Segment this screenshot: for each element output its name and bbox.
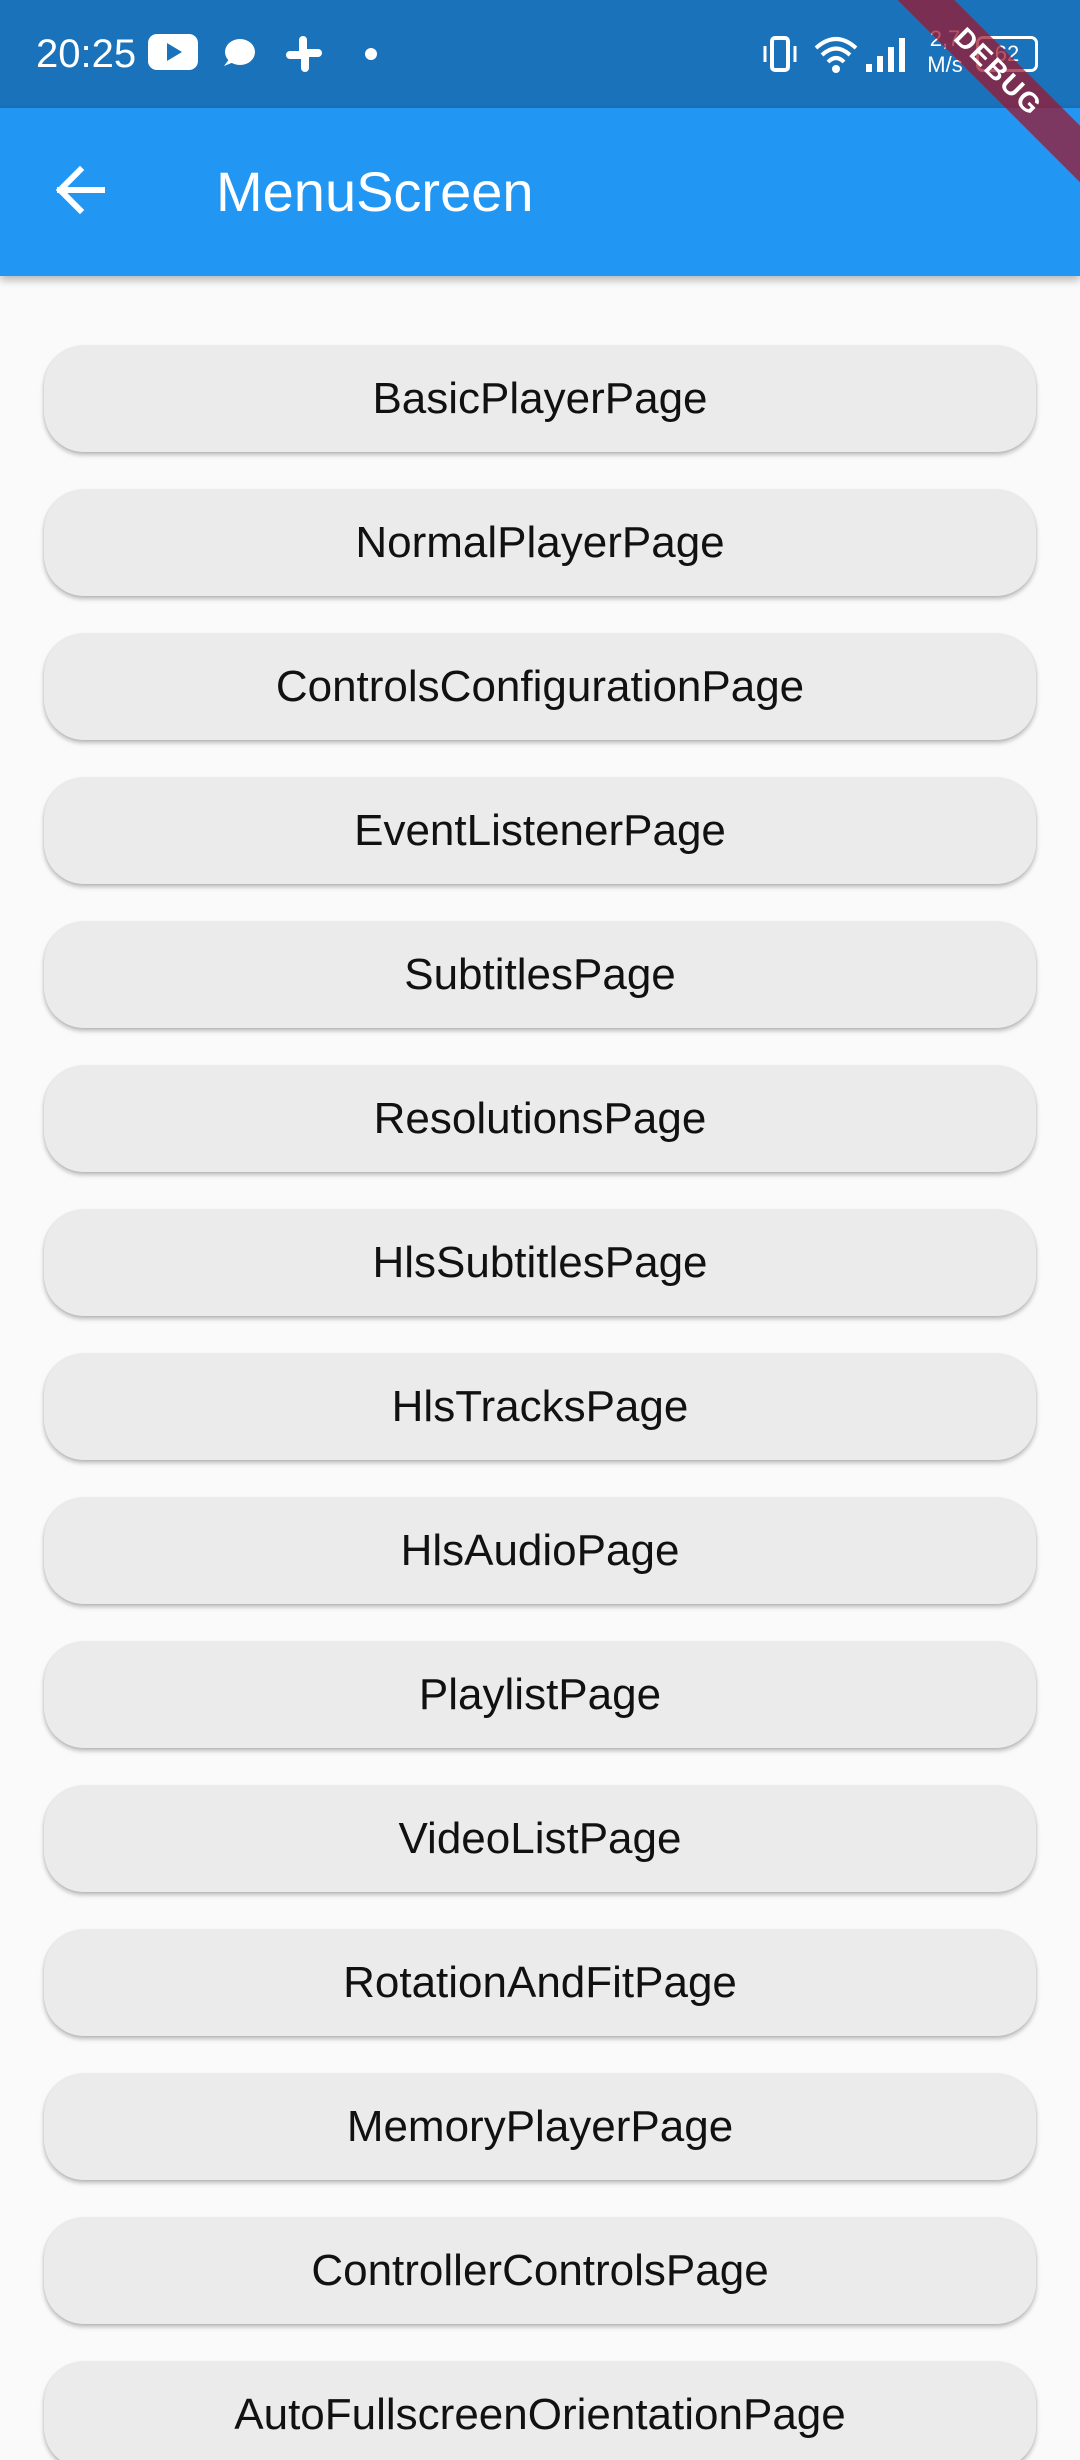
menu-button-normal-player-page[interactable]: NormalPlayerPage [44,490,1036,596]
network-speed-value: 2,7 [929,26,961,51]
dot-icon [364,47,378,66]
status-time: 20:25 [36,32,137,76]
menu-button-event-listener-page[interactable]: EventListenerPage [44,778,1036,884]
menu-button-memory-player-page[interactable]: MemoryPlayerPage [44,2074,1036,2180]
menu-button-label: NormalPlayerPage [355,518,725,567]
menu-button-label: AutoFullscreenOrientationPage [234,2390,846,2439]
status-bar: 20:25 2,7 M/s 62 [0,0,1080,108]
battery-icon: 62 [976,36,1038,72]
menu-button-controller-controls-page[interactable]: ControllerControlsPage [44,2218,1036,2324]
menu-button-controls-configuration-page[interactable]: ControlsConfigurationPage [44,634,1036,740]
menu-button-label: ResolutionsPage [373,1094,707,1143]
menu-button-subtitles-page[interactable]: SubtitlesPage [44,922,1036,1028]
menu-button-hls-subtitles-page[interactable]: HlsSubtitlesPage [44,1210,1036,1316]
youtube-icon [148,34,198,75]
menu-button-label: ControlsConfigurationPage [275,662,805,711]
menu-button-video-list-page[interactable]: VideoListPage [44,1786,1036,1892]
menu-button-label: BasicPlayerPage [372,374,708,423]
slack-icon [284,34,324,79]
network-speed-unit: M/s [927,52,963,77]
page-title: MenuScreen [216,160,534,223]
back-button[interactable] [32,144,128,240]
menu-button-rotation-and-fit-page[interactable]: RotationAndFitPage [44,1930,1036,2036]
menu-button-basic-player-page[interactable]: BasicPlayerPage [44,346,1036,452]
chat-bubble-icon [222,38,256,73]
app-bar: MenuScreen [0,108,1080,276]
menu-button-label: SubtitlesPage [404,950,676,999]
menu-button-playlist-page[interactable]: PlaylistPage [44,1642,1036,1748]
menu-button-hls-tracks-page[interactable]: HlsTracksPage [44,1354,1036,1460]
menu-button-label: HlsAudioPage [400,1526,680,1575]
signal-icon [864,36,908,79]
menu-button-label: VideoListPage [398,1814,682,1863]
network-speed: 2,7 M/s [924,26,966,78]
arrow-back-icon [52,162,108,223]
menu-button-label: PlaylistPage [418,1670,662,1719]
menu-button-auto-fullscreen-orientation-page[interactable]: AutoFullscreenOrientationPage [44,2362,1036,2460]
menu-button-label: HlsTracksPage [391,1382,689,1431]
wifi-icon [814,34,858,79]
battery-level: 62 [994,41,1020,66]
menu-button-label: EventListenerPage [354,806,726,855]
vibrate-icon [760,34,800,79]
menu-list: BasicPlayerPage NormalPlayerPage Control… [0,276,1080,2460]
menu-button-hls-audio-page[interactable]: HlsAudioPage [44,1498,1036,1604]
menu-button-label: ControllerControlsPage [311,2246,769,2295]
menu-button-label: RotationAndFitPage [343,1958,737,2007]
menu-button-resolutions-page[interactable]: ResolutionsPage [44,1066,1036,1172]
menu-button-label: HlsSubtitlesPage [372,1238,708,1287]
menu-button-label: MemoryPlayerPage [346,2102,734,2151]
